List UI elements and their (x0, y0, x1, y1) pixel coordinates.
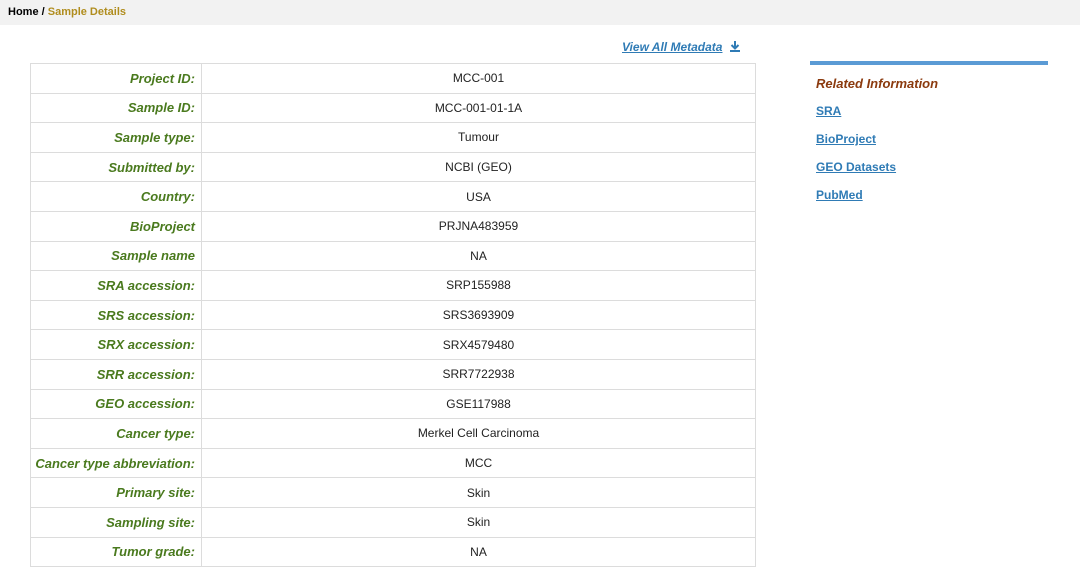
top-bar: Home / Sample Details (0, 0, 1080, 25)
table-row: Sample type: Tumour (30, 122, 756, 153)
row-value: MCC (201, 447, 756, 479)
related-link-sra[interactable]: SRA (816, 97, 1048, 125)
sample-metadata-table: Project ID: MCC-001 Sample ID: MCC-001-01-1… (30, 63, 756, 568)
table-row: Tumor grade: NA (30, 536, 756, 568)
row-label: Cancer type abbreviation: (30, 447, 202, 479)
table-row: SRA accession: SRP155988 (30, 270, 756, 301)
row-value: NA (201, 536, 756, 568)
table-row: Primary site: Skin (30, 477, 756, 508)
table-row: Cancer type: Merkel Cell Carcinoma (30, 418, 756, 449)
row-value: Merkel Cell Carcinoma (201, 418, 756, 449)
related-links-list: SRA BioProject GEO Datasets PubMed (810, 97, 1048, 209)
row-label: SRS accession: (30, 299, 202, 331)
row-label: GEO accession: (30, 388, 202, 420)
row-value: MCC-001 (201, 63, 756, 94)
row-label: Sample ID: (30, 92, 202, 124)
row-label: SRR accession: (30, 358, 202, 390)
breadcrumb-current: Sample Details (47, 6, 126, 18)
breadcrumb: Home / Sample Details (8, 6, 126, 18)
table-row: Sample ID: MCC-001-01-1A (30, 92, 756, 124)
table-row: Submitted by: NCBI (GEO) (30, 151, 756, 183)
row-label: SRX accession: (30, 329, 202, 360)
download-icon[interactable] (729, 40, 741, 52)
breadcrumb-home-link[interactable]: Home (8, 6, 39, 18)
row-value: Skin (201, 506, 756, 538)
related-link-pubmed[interactable]: PubMed (816, 181, 1048, 209)
row-value: MCC-001-01-1A (201, 92, 756, 124)
row-label: Country: (30, 181, 202, 212)
related-info-panel: Related Information SRA BioProject GEO Dat… (810, 61, 1048, 209)
related-link-geo-datasets[interactable]: GEO Datasets (816, 153, 1048, 181)
related-link-bioproject[interactable]: BioProject (816, 125, 1048, 153)
row-label: Cancer type: (30, 418, 202, 449)
related-info-title: Related Information (816, 76, 939, 91)
row-label: Submitted by: (30, 151, 202, 183)
row-label: Primary site: (30, 477, 202, 508)
row-label: Tumor grade: (30, 536, 202, 568)
table-row: SRX accession: SRX4579480 (30, 329, 756, 360)
row-label: Sample name (30, 240, 202, 272)
table-row: Sample name NA (30, 240, 756, 272)
row-value: GSE117988 (201, 388, 756, 420)
row-label: Sample type: (30, 122, 202, 153)
row-value: Tumour (201, 122, 756, 153)
row-value: SRP155988 (201, 270, 756, 301)
row-label: Project ID: (30, 63, 202, 94)
table-row: SRR accession: SRR7722938 (30, 358, 756, 390)
view-all-metadata-link[interactable]: View All Metadata (622, 40, 722, 54)
row-value: SRR7722938 (201, 358, 756, 390)
row-value: SRS3693909 (201, 299, 756, 331)
row-value: Skin (201, 477, 756, 508)
table-row: SRS accession: SRS3693909 (30, 299, 756, 331)
row-label: BioProject (30, 210, 202, 242)
table-row: Cancer type abbreviation: MCC (30, 447, 756, 479)
row-value: USA (201, 181, 756, 212)
row-value: NCBI (GEO) (201, 151, 756, 183)
row-value: SRX4579480 (201, 329, 756, 360)
row-value: PRJNA483959 (201, 210, 756, 242)
row-value: NA (201, 240, 756, 272)
breadcrumb-separator: / (38, 6, 48, 18)
table-row: Project ID: MCC-001 (30, 63, 756, 94)
table-row: Country: USA (30, 181, 756, 212)
related-info-accent-bar (810, 61, 1048, 65)
table-row: GEO accession: GSE117988 (30, 388, 756, 420)
table-row: BioProject PRJNA483959 (30, 210, 756, 242)
table-row: Sampling site: Skin (30, 506, 756, 538)
row-label: Sampling site: (30, 506, 202, 538)
row-label: SRA accession: (30, 270, 202, 301)
